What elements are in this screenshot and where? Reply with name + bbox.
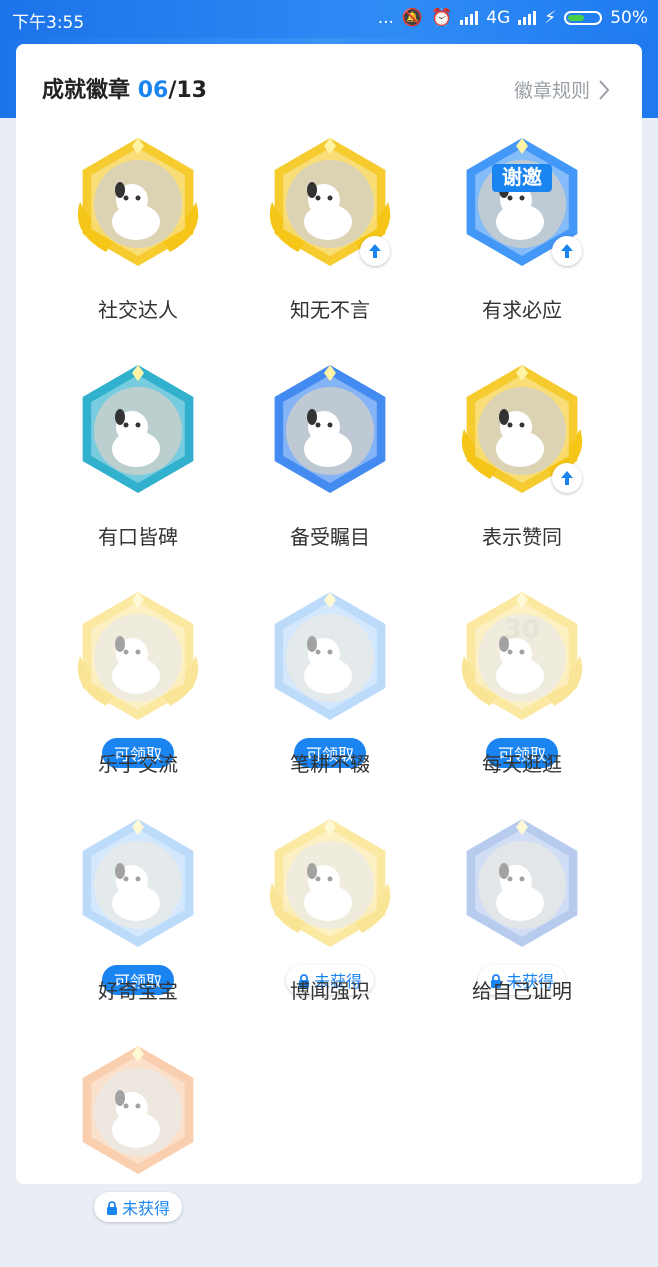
badge-item[interactable]: 知无不言 (234, 132, 426, 359)
badge-item[interactable]: 表示赞同 (426, 359, 618, 586)
badge-item[interactable]: 未获得 给自己证明 (426, 813, 618, 1040)
earned-count: 06 (137, 78, 169, 103)
charging-icon: ⚡ (544, 8, 557, 28)
badge-name: 社交达人 (98, 298, 178, 322)
cell-signal-icon (518, 11, 537, 25)
laurel-icon (450, 813, 594, 957)
star-icon (258, 813, 402, 957)
total-count: /13 (168, 78, 207, 103)
badge-name: 备受瞩目 (290, 525, 370, 549)
badge-item[interactable]: 备受瞩目 (234, 359, 426, 586)
badge-name: 博闻强识 (290, 979, 370, 1003)
badge-item[interactable]: 未获得 (42, 1040, 234, 1267)
badge-sign-text: 30 (504, 615, 540, 645)
badge-rules-link[interactable]: 徽章规则 (514, 76, 610, 103)
badge-item[interactable]: 谢邀 有求必应 (426, 132, 618, 359)
badge-name: 给自己证明 (472, 979, 572, 1003)
network-label: 4G (486, 8, 511, 28)
badge-item[interactable]: 可领取 笔耕不辍 (234, 586, 426, 813)
badge-item[interactable]: 社交达人 (42, 132, 234, 359)
upgrade-arrow-icon[interactable] (552, 463, 582, 493)
status-bar: 下午3:55 ... 🔕 ⏰ 4G ⚡ 50% (0, 0, 658, 38)
badge-name: 知无不言 (290, 298, 370, 322)
title-text: 成就徽章 (42, 78, 131, 103)
badge-name: 有口皆碑 (98, 525, 178, 549)
chevron-right-icon (599, 79, 610, 100)
battery-icon (564, 11, 603, 25)
badge-item[interactable]: 30 可领取 每天逛逛 (426, 586, 618, 813)
status-time: 下午3:55 (12, 13, 85, 33)
locked-badge-tag: 未获得 (93, 1192, 183, 1222)
heart-icon (258, 359, 402, 503)
rules-link-label: 徽章规则 (513, 80, 590, 102)
badge-name: 乐于交流 (98, 752, 178, 776)
badge-item[interactable]: 可领取 好奇宝宝 (42, 813, 234, 1040)
polar-bear-icon (66, 132, 210, 276)
badge-sign-text: 谢邀 (502, 165, 542, 189)
badge-name: 每天逛逛 (482, 752, 562, 776)
status-icons: ... 🔕 ⏰ 4G ⚡ 50% (378, 8, 648, 28)
battery-percent: 50% (610, 8, 648, 28)
lock-icon (106, 1199, 122, 1218)
badge-item[interactable]: 有口皆碑 (42, 359, 234, 586)
upgrade-arrow-icon[interactable] (552, 236, 582, 266)
mute-bell-icon: 🔕 (401, 8, 424, 28)
upgrade-arrow-icon[interactable] (360, 236, 390, 266)
pill-label: 未获得 (121, 1199, 171, 1218)
badge-name: 笔耕不辍 (290, 752, 370, 776)
wifi-signal-icon (460, 11, 479, 25)
badge-name: 有求必应 (482, 298, 562, 322)
badge-item[interactable]: 可领取 乐于交流 (42, 586, 234, 813)
badge-item[interactable]: 未获得 博闻强识 (234, 813, 426, 1040)
megaphone-icon (66, 359, 210, 503)
badge-card: 成就徽章 06/13 徽章规则 社交达人 知无不言 谢邀有求必应有口皆碑 备受瞩目 表示… (16, 44, 642, 1222)
badge-name: 表示赞同 (482, 525, 562, 549)
question-icon (66, 813, 210, 957)
calendar-30-icon: 30 (450, 586, 594, 730)
book-icon (66, 1040, 210, 1184)
badge-name: 好奇宝宝 (98, 979, 178, 1003)
chat-bubble-icon (66, 586, 210, 730)
moon-icon (258, 586, 402, 730)
more-dots-icon: ... (377, 8, 394, 28)
card-title: 成就徽章 06/13 (42, 72, 207, 104)
alarm-icon: ⏰ (431, 8, 453, 28)
